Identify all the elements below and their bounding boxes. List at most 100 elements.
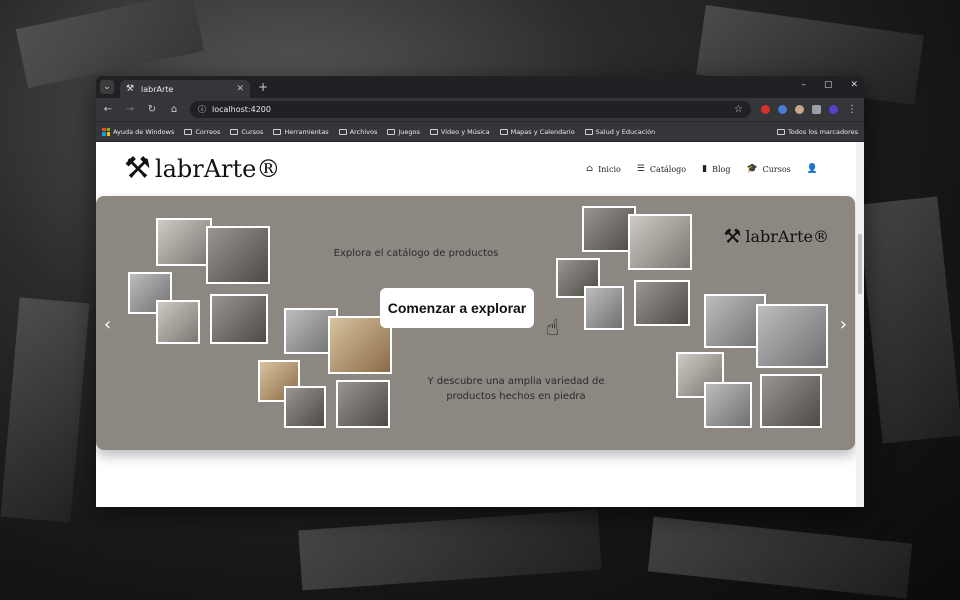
main-nav: ⌂ Inicio ☰ Catálogo ▮ Blog 🎓 Cursos 👤 <box>586 164 818 174</box>
bookmark-juegos[interactable]: Juegos <box>387 128 420 136</box>
product-photo <box>756 304 828 368</box>
hand-pointer-icon: ☝ <box>546 316 560 341</box>
product-photo <box>284 386 326 428</box>
product-photo <box>760 374 822 428</box>
list-icon: ☰ <box>636 164 645 174</box>
rock-texture <box>15 0 205 89</box>
carousel-logo-text: labrArte® <box>745 226 829 246</box>
site-logo[interactable]: ⚒ labrArte® <box>124 154 280 184</box>
page-scrollbar[interactable] <box>856 142 864 507</box>
back-button[interactable]: ← <box>102 104 114 115</box>
bookmark-label: Archivos <box>349 127 378 136</box>
user-icon: 👤 <box>806 164 818 174</box>
hero-carousel: ‹ › Explora el catálogo de productos Com… <box>96 196 855 450</box>
bookmark-label: Salud y Educación <box>595 127 656 136</box>
extensions-area: ⋮ <box>761 104 858 115</box>
book-icon: ▮ <box>702 164 708 174</box>
bookmark-label: Ayuda de Windows <box>113 127 175 136</box>
nav-label: Catálogo <box>649 164 687 174</box>
hammer-favicon-icon: ⚒ <box>126 84 135 94</box>
forward-button[interactable]: → <box>124 104 136 115</box>
hero-caption-top: Explora el catálogo de productos <box>333 248 499 259</box>
bookmark-label: Todos los marcadores <box>787 127 858 136</box>
extension-icon[interactable] <box>795 105 804 114</box>
bookmark-label: Juegos <box>398 127 420 136</box>
site-info-icon[interactable]: ⓘ <box>198 104 206 115</box>
minimize-button[interactable]: – <box>801 80 806 90</box>
page-viewport: ⚒ labrArte® ⌂ Inicio ☰ Catálogo ▮ Blog 🎓 <box>96 142 864 507</box>
start-exploring-button[interactable]: Comenzar a explorar <box>380 288 534 328</box>
bookmark-label: Correos <box>195 127 221 136</box>
hero-caption-bottom-2: productos hechos en piedra <box>446 391 586 402</box>
menu-kebab-icon[interactable]: ⋮ <box>846 104 858 115</box>
folder-icon <box>338 128 347 135</box>
nav-blog[interactable]: ▮ Blog <box>702 164 730 174</box>
bookmark-herramientas[interactable]: Herramientas <box>273 127 329 136</box>
nav-label: Blog <box>712 164 731 174</box>
folder-icon <box>584 128 593 135</box>
bookmark-archivos[interactable]: Archivos <box>338 127 378 136</box>
close-tab-icon[interactable]: ✕ <box>236 84 244 94</box>
windows-logo-icon <box>102 127 110 136</box>
carousel-prev-button[interactable]: ‹ <box>104 314 111 335</box>
bookmark-todos-marcadores[interactable]: Todos los marcadores <box>776 127 858 136</box>
tab-search-button[interactable]: ⌄ <box>100 80 114 94</box>
bookmark-salud-educacion[interactable]: Salud y Educación <box>584 127 656 136</box>
maximize-button[interactable]: ▢ <box>824 80 833 90</box>
product-photo <box>336 380 390 428</box>
folder-icon <box>387 128 396 135</box>
folder-icon <box>429 128 438 135</box>
nav-catalogo[interactable]: ☰ Catálogo <box>637 164 686 174</box>
bookmark-label: Video y Música <box>440 127 490 136</box>
bookmark-label: Herramientas <box>284 127 329 136</box>
rock-texture <box>0 297 90 523</box>
extension-icon[interactable] <box>778 105 787 114</box>
extensions-puzzle-icon[interactable] <box>812 105 821 114</box>
hammer-chisel-icon: ⚒ <box>124 151 151 186</box>
tab-labrarte[interactable]: ⚒ labrArte ✕ <box>120 80 250 98</box>
product-photo <box>628 214 692 270</box>
close-window-button[interactable]: ✕ <box>850 80 858 90</box>
folder-icon <box>230 128 239 135</box>
hero-caption-bottom-1: Y descubre una amplia variedad de <box>427 376 605 387</box>
product-photo <box>156 300 200 344</box>
home-button[interactable]: ⌂ <box>168 104 180 115</box>
rock-texture <box>857 196 960 444</box>
bookmark-video-musica[interactable]: Video y Música <box>429 127 490 136</box>
extension-icon[interactable] <box>761 105 770 114</box>
product-photo <box>704 382 752 428</box>
tab-title: labrArte <box>141 84 174 94</box>
site-header: ⚒ labrArte® ⌂ Inicio ☰ Catálogo ▮ Blog 🎓 <box>96 142 864 196</box>
bookmark-star-icon[interactable]: ☆ <box>734 104 743 115</box>
folder-icon <box>776 128 785 135</box>
bookmark-cursos[interactable]: Cursos <box>230 128 263 136</box>
bookmarks-bar: Ayuda de Windows Correos Cursos Herramie… <box>96 121 864 141</box>
browser-window: ⌄ ⚒ labrArte ✕ + – ▢ ✕ ← → ↻ ⌂ ⓘ localho… <box>96 76 864 507</box>
reload-button[interactable]: ↻ <box>146 104 158 115</box>
bookmark-mapas-calendario[interactable]: Mapas y Calendario <box>499 128 575 136</box>
product-photo <box>156 218 212 266</box>
browser-toolbar: ← → ↻ ⌂ ⓘ localhost:4200 ☆ ⋮ <box>96 98 864 121</box>
carousel-next-button[interactable]: › <box>840 314 847 335</box>
product-photo <box>634 280 690 326</box>
product-photo <box>584 286 624 330</box>
folder-icon <box>499 128 508 135</box>
folder-icon <box>184 128 193 135</box>
nav-user[interactable]: 👤 <box>807 164 818 174</box>
carousel-logo: ⚒ labrArte® <box>723 224 829 248</box>
url-text: localhost:4200 <box>212 105 271 114</box>
address-bar[interactable]: ⓘ localhost:4200 ☆ <box>190 101 751 118</box>
nav-label: Inicio <box>598 164 621 174</box>
new-tab-button[interactable]: + <box>258 80 268 94</box>
bookmark-ayuda-windows[interactable]: Ayuda de Windows <box>102 127 175 136</box>
profile-avatar[interactable] <box>829 105 838 114</box>
nav-inicio[interactable]: ⌂ Inicio <box>586 164 621 174</box>
bookmark-correos[interactable]: Correos <box>184 128 220 136</box>
bookmark-label: Cursos <box>241 127 264 136</box>
product-photo <box>206 226 270 284</box>
hammer-chisel-icon: ⚒ <box>723 224 742 248</box>
chevron-down-icon: ⌄ <box>103 82 111 92</box>
logo-text: labrArte® <box>154 155 281 183</box>
nav-cursos[interactable]: 🎓 Cursos <box>746 164 790 174</box>
scrollbar-thumb[interactable] <box>858 234 862 294</box>
